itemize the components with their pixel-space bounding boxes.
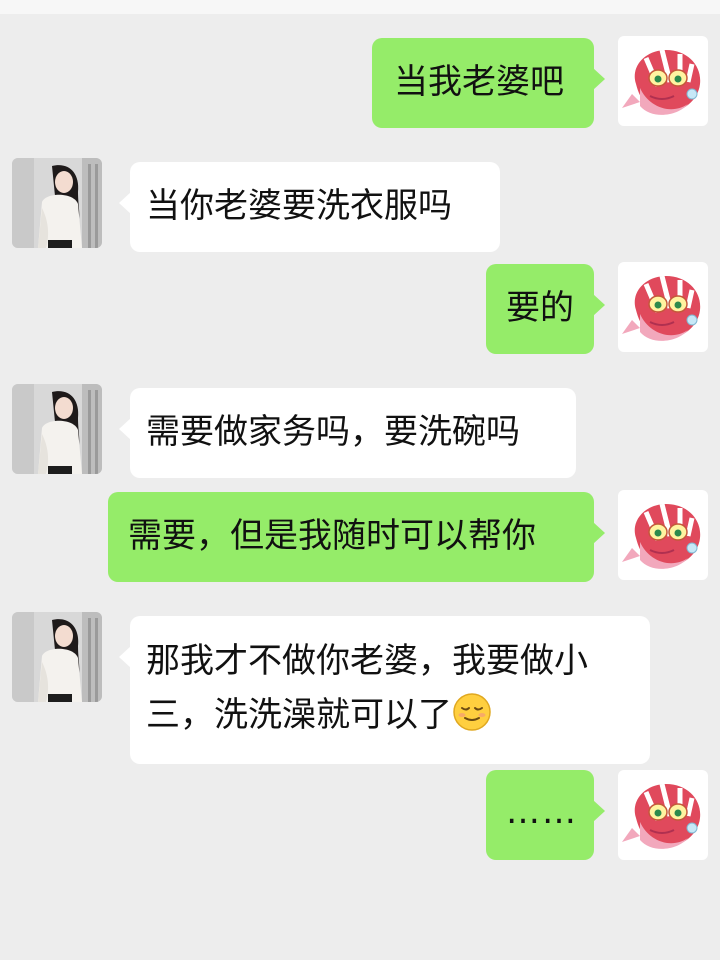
self-avatar[interactable] [618, 262, 708, 352]
message-text: 需要，但是我随时可以帮你 [128, 516, 536, 556]
cartoon-fish-avatar-icon [618, 262, 708, 352]
contact-photo-avatar-icon [12, 384, 102, 474]
cartoon-fish-avatar-icon [618, 36, 708, 126]
self-avatar[interactable] [618, 36, 708, 126]
message-text: 要的 [506, 288, 574, 328]
top-edge [0, 0, 720, 14]
relieved-face-emoji-icon [452, 692, 492, 732]
contact-photo-avatar-icon [12, 612, 102, 702]
cartoon-fish-avatar-icon [618, 490, 708, 580]
chat-area[interactable]: 当我老婆吧 当你老婆要洗衣服吗 要的 需要做家务吗，要洗碗吗 需要，但是我随时可… [0, 0, 720, 960]
cartoon-fish-avatar-icon [618, 770, 708, 860]
message-bubble[interactable]: …… [486, 770, 605, 860]
message-text: 三，洗洗澡就可以了 [146, 695, 452, 735]
self-avatar[interactable] [618, 490, 708, 580]
message-bubble[interactable]: 那我才不做你老婆，我要做小 三，洗洗澡就可以了 [119, 616, 650, 764]
message-bubble[interactable]: 当你老婆要洗衣服吗 [119, 162, 500, 252]
message-text: 需要做家务吗，要洗碗吗 [146, 412, 520, 452]
message-bubble[interactable]: 需要做家务吗，要洗碗吗 [119, 388, 576, 478]
message-text: 当我老婆吧 [394, 62, 564, 102]
message-bubble[interactable]: 当我老婆吧 [372, 38, 605, 128]
message-text-line: 三，洗洗澡就可以了 [146, 688, 634, 742]
message-bubble[interactable]: 需要，但是我随时可以帮你 [108, 492, 605, 582]
contact-avatar[interactable] [12, 612, 102, 702]
message-text-line: 那我才不做你老婆，我要做小 [146, 641, 588, 681]
self-avatar[interactable] [618, 770, 708, 860]
contact-photo-avatar-icon [12, 158, 102, 248]
message-text: 当你老婆要洗衣服吗 [146, 186, 452, 226]
message-bubble[interactable]: 要的 [486, 264, 605, 354]
contact-avatar[interactable] [12, 384, 102, 474]
contact-avatar[interactable] [12, 158, 102, 248]
message-text: …… [506, 792, 578, 832]
